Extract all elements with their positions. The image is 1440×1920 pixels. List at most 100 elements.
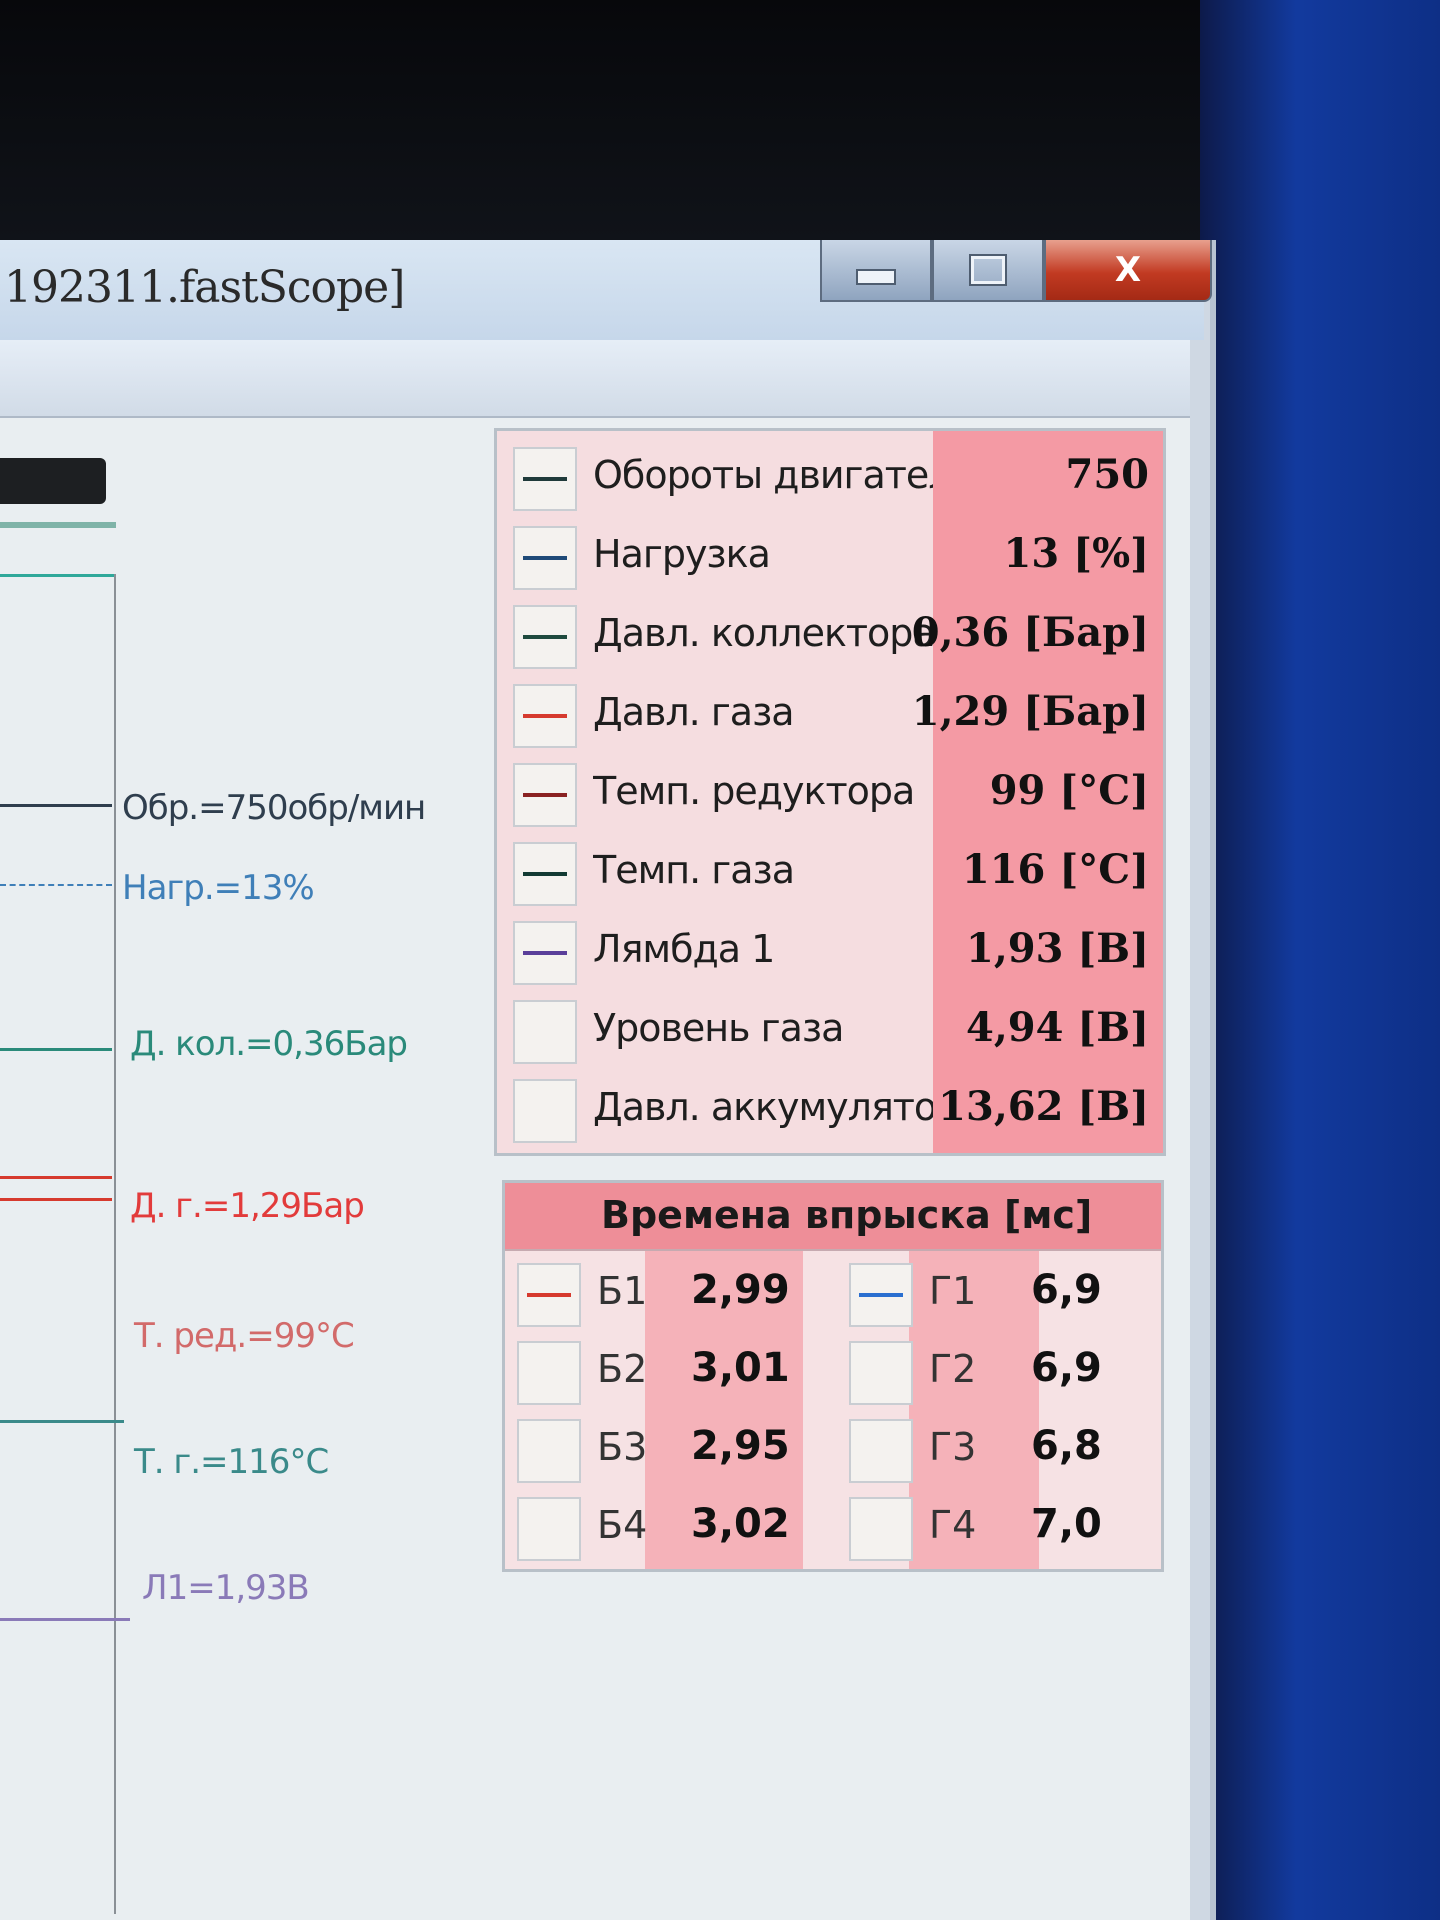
gas-swatch[interactable] <box>849 1497 913 1561</box>
value-reading: 750 <box>1065 451 1150 498</box>
color-swatch[interactable] <box>513 605 577 669</box>
swatch-line <box>527 1293 571 1297</box>
value-reading: 4,94 [В] <box>965 1004 1149 1051</box>
trace-gas-pressure <box>0 1176 112 1179</box>
color-swatch[interactable] <box>513 526 577 590</box>
swatch-line <box>523 714 567 718</box>
trace-gas-temp <box>0 1420 124 1423</box>
value-row[interactable]: Лямбда 1 1,93 [В] <box>497 913 1163 993</box>
swatch-line <box>523 872 567 876</box>
color-swatch[interactable] <box>513 1000 577 1064</box>
value-row[interactable]: Уровень газа 4,94 [В] <box>497 992 1163 1072</box>
scope-trace <box>0 574 116 577</box>
value-label: Лямбда 1 <box>593 927 775 971</box>
petrol-injector-value: 3,02 <box>691 1501 790 1547</box>
value-row[interactable]: Нагрузка 13 [%] <box>497 518 1163 598</box>
value-label: Нагрузка <box>593 532 771 576</box>
scope-chart[interactable]: Обр.=750обр/мин Нагр.=13% Д. кол.=0,36Бар Д… <box>0 418 480 1920</box>
injection-row: Б3 2,95 Г3 6,8 <box>505 1411 1161 1489</box>
petrol-injector-label: Б4 <box>597 1503 648 1547</box>
petrol-injector-value: 2,99 <box>691 1267 790 1313</box>
scope-strip <box>0 522 116 528</box>
gas-injector-value: 7,0 <box>1031 1501 1102 1547</box>
scope-label: Д. кол.=0,36Бар <box>130 1024 408 1064</box>
petrol-swatch[interactable] <box>517 1341 581 1405</box>
value-label: Давл. коллектора <box>593 611 933 655</box>
color-swatch[interactable] <box>513 447 577 511</box>
gas-injector-value: 6,8 <box>1031 1423 1102 1469</box>
swatch-line <box>859 1293 903 1297</box>
petrol-swatch[interactable] <box>517 1419 581 1483</box>
maximize-button[interactable] <box>932 240 1044 302</box>
value-row[interactable]: Давл. газа 1,29 [Бар] <box>497 676 1163 756</box>
scope-label: Т. г.=116°С <box>134 1442 329 1482</box>
petrol-injector-label: Б2 <box>597 1347 648 1391</box>
gas-injector-value: 6,9 <box>1031 1345 1102 1391</box>
swatch-line <box>523 635 567 639</box>
swatch-line <box>523 793 567 797</box>
value-label: Давл. газа <box>593 690 795 734</box>
scope-label: Обр.=750обр/мин <box>122 788 426 828</box>
gas-injector-label: Г4 <box>929 1503 977 1547</box>
title-bar[interactable]: 192311.fastScope] X <box>0 240 1212 340</box>
value-reading: 13,62 [В] <box>938 1083 1149 1130</box>
injection-header: Времена впрыска [мс] <box>505 1183 1161 1251</box>
close-icon: X <box>1114 250 1142 290</box>
trace-rpm <box>0 804 112 807</box>
color-swatch[interactable] <box>513 1079 577 1143</box>
gas-swatch[interactable] <box>849 1419 913 1483</box>
gas-injector-label: Г3 <box>929 1425 977 1469</box>
value-reading: 99 [°С] <box>989 767 1149 814</box>
petrol-injector-value: 3,01 <box>691 1345 790 1391</box>
value-label: Темп. редуктора <box>593 769 915 813</box>
trace-load <box>0 884 112 888</box>
minimize-icon <box>856 269 896 285</box>
color-swatch[interactable] <box>513 921 577 985</box>
desktop-wallpaper <box>1200 0 1440 1920</box>
close-button[interactable]: X <box>1044 240 1212 302</box>
injection-row: Б4 3,02 Г4 7,0 <box>505 1489 1161 1567</box>
value-reading: 13 [%] <box>1003 530 1149 577</box>
value-row[interactable]: Давл. коллектора 0,36 [Бар] <box>497 597 1163 677</box>
caption-buttons: X <box>820 240 1212 302</box>
value-row[interactable]: Обороты двигател 750 <box>497 439 1163 519</box>
value-label: Уровень газа <box>593 1006 844 1050</box>
color-swatch[interactable] <box>513 763 577 827</box>
gas-swatch[interactable] <box>849 1263 913 1327</box>
minimize-button[interactable] <box>820 240 932 302</box>
scope-label: Л1=1,93В <box>142 1568 310 1608</box>
petrol-swatch[interactable] <box>517 1263 581 1327</box>
injection-row: Б2 3,01 Г2 6,9 <box>505 1333 1161 1411</box>
trace-gas-pressure-2 <box>0 1198 112 1201</box>
value-label: Обороты двигател <box>593 453 933 497</box>
gas-injector-label: Г2 <box>929 1347 977 1391</box>
value-label: Давл. аккумулятог <box>593 1085 933 1129</box>
scope-label: Нагр.=13% <box>122 868 315 908</box>
value-reading: 116 [°С] <box>961 846 1149 893</box>
scope-header-bar <box>0 458 106 504</box>
color-swatch[interactable] <box>513 842 577 906</box>
client-area: Обр.=750обр/мин Нагр.=13% Д. кол.=0,36Бар Д… <box>0 418 1190 1920</box>
scope-label: Т. ред.=99°С <box>134 1316 355 1356</box>
maximize-icon <box>971 256 1005 284</box>
value-row[interactable]: Темп. редуктора 99 [°С] <box>497 755 1163 835</box>
petrol-swatch[interactable] <box>517 1497 581 1561</box>
swatch-line <box>523 951 567 955</box>
toolbar <box>0 340 1190 418</box>
gas-swatch[interactable] <box>849 1341 913 1405</box>
value-row[interactable]: Давл. аккумулятог 13,62 [В] <box>497 1071 1163 1151</box>
values-panel: Обороты двигател 750 Нагрузка 13 [%] Давл. к… <box>494 428 1166 1156</box>
swatch-line <box>523 556 567 560</box>
value-row[interactable]: Темп. газа 116 [°С] <box>497 834 1163 914</box>
color-swatch[interactable] <box>513 684 577 748</box>
trace-manifold <box>0 1048 112 1051</box>
value-label: Темп. газа <box>593 848 795 892</box>
value-reading: 1,29 [Бар] <box>911 688 1149 735</box>
gas-injector-label: Г1 <box>929 1269 977 1313</box>
trace-lambda <box>0 1618 130 1621</box>
app-window: 192311.fastScope] X Обр.=750обр/мин Нагр… <box>0 240 1216 1920</box>
petrol-injector-label: Б1 <box>597 1269 648 1313</box>
petrol-injector-label: Б3 <box>597 1425 648 1469</box>
window-title: 192311.fastScope] <box>4 262 405 313</box>
injection-row: Б1 2,99 Г1 6,9 <box>505 1255 1161 1333</box>
